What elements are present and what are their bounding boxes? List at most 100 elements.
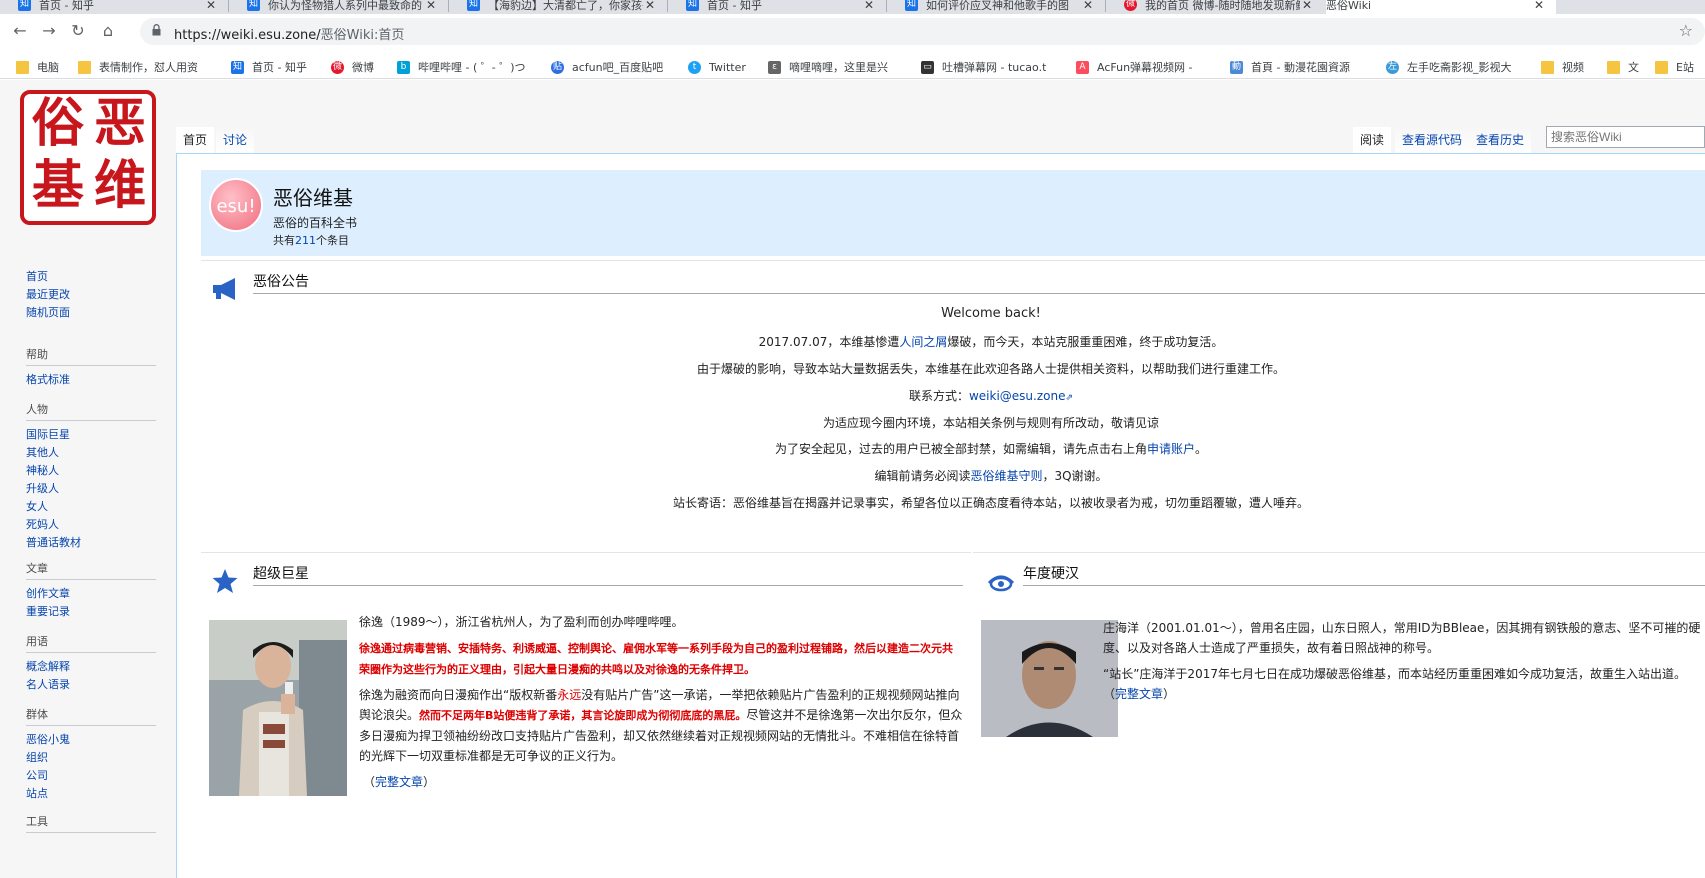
sidebar-item-home[interactable]: 首页 [26, 268, 156, 286]
bookmark-item[interactable]: 贴 acfun吧_百度贴吧 [551, 58, 673, 76]
sidebar-item[interactable]: 普通话教材 [26, 534, 156, 552]
bookmark-item[interactable]: ▭ 吐槽弹幕网 - tucao.t [921, 58, 1059, 76]
search-input[interactable] [1546, 126, 1705, 148]
tab-view-history[interactable]: 查看历史 [1469, 127, 1532, 153]
sidebar-item[interactable]: 重要记录 [26, 603, 156, 621]
close-icon[interactable]: ✕ [204, 0, 218, 12]
sidebar-item[interactable]: 创作文章 [26, 585, 156, 603]
browser-tab[interactable]: 知 如何评价应叉神和他歌手的图 ✕ [887, 0, 1105, 14]
browser-tab[interactable]: 知 你认为怪物猎人系列中最致命的 ✕ [229, 0, 448, 14]
text: （ [1103, 687, 1116, 701]
folder-icon [1655, 60, 1668, 74]
tab-view-source[interactable]: 查看源代码 [1395, 127, 1470, 153]
tab-main-page[interactable]: 首页 [176, 127, 215, 153]
bookmark-item[interactable]: 動首頁 - 動漫花園資源 [1230, 58, 1372, 76]
bookmark-item[interactable]: A AcFun弹幕视频网 - [1076, 58, 1216, 76]
sidebar-item[interactable]: 站点 [26, 785, 156, 803]
close-icon[interactable]: ✕ [643, 0, 657, 12]
bookmark-item[interactable]: ε 嘀哩嘀哩，这里是兴 [768, 58, 908, 76]
sidebar-item[interactable]: 格式标准 [26, 371, 156, 389]
full-article-link[interactable]: 完整文章 [375, 775, 423, 789]
sidebar-item[interactable]: 升级人 [26, 480, 156, 498]
tab-title: 如何评价应叉神和他歌手的图 [926, 0, 1069, 12]
wiki-logo[interactable]: 俗 恶 基 维 [20, 90, 156, 225]
yearly-intro: 庄海洋（2001.01.01～），曾用名庄园，山东日照人，常用ID为BBleae… [1103, 621, 1701, 655]
sidebar-item[interactable]: 公司 [26, 767, 156, 785]
browser-tab[interactable]: 知 首页 - 知乎 ✕ [668, 0, 886, 14]
bookmark-item[interactable]: b 哔哩哔哩 - ( ゜- ゜)つ [397, 58, 532, 76]
sidebar-item-recent-changes[interactable]: 最近更改 [26, 286, 156, 304]
zuoshou-icon: 左 [1386, 60, 1399, 74]
page-body: esu! 恶俗维基 恶俗的百科全书 共有211个条目 恶俗公告 Welcome … [176, 153, 1705, 878]
bookmark-label: 左手吃斋影视_影视大 [1407, 61, 1512, 74]
logo-char: 维 [93, 155, 146, 216]
page-subtitle: 恶俗的百科全书 [273, 216, 358, 230]
sidebar-item-random-page[interactable]: 随机页面 [26, 304, 156, 322]
text: ，3Q谢谢。 [1042, 469, 1108, 483]
tv-icon: ▭ [921, 60, 934, 74]
sidebar-item[interactable]: 组织 [26, 749, 156, 767]
sidebar-item[interactable]: 其他人 [26, 444, 156, 462]
close-icon[interactable]: ✕ [862, 0, 876, 12]
zhihu-favicon-icon: 知 [686, 0, 699, 11]
request-account-link[interactable]: 申请账户 [1147, 442, 1195, 456]
sidebar-item[interactable]: 国际巨星 [26, 426, 156, 444]
bookmark-label: 首頁 - 動漫花園資源 [1251, 61, 1350, 74]
bookmark-item[interactable]: 微微博 [331, 58, 385, 76]
notice-line: Welcome back! [941, 306, 1041, 321]
superstar-intro: 徐逸（1989～），浙江省杭州人，为了盈利而创办哔哩哔哩。 [359, 615, 684, 629]
sidebar-portal-groups: 群体 恶俗小鬼 组织 公司 站点 [26, 706, 156, 803]
link[interactable]: 人间之屑 [899, 335, 947, 349]
bookmark-item[interactable]: 视频 [1541, 58, 1591, 76]
bookmark-item[interactable]: 文 [1607, 58, 1643, 76]
bookmark-item[interactable]: t Twitter [688, 58, 758, 76]
back-arrow-icon[interactable]: ← [9, 20, 31, 42]
close-icon[interactable]: ✕ [1532, 0, 1546, 12]
bookmark-item[interactable]: E站 [1655, 58, 1703, 76]
bookmark-item[interactable]: 电脑 [16, 58, 68, 76]
bookmark-label: 视频 [1562, 61, 1584, 74]
acfun-icon: A [1076, 60, 1089, 74]
yearly-tough-guy-section: 年度硬汉 庄海洋（2001.01.01～），曾用名庄园，山东日照人，常用ID为B… [973, 552, 1705, 878]
sidebar-portal-help: 帮助 格式标准 [26, 346, 156, 389]
superstar-highlight: 徐逸通过病毒营销、安插特务、利诱威逼、控制舆论、雇佣水军等一系列手段为自己的盈利… [359, 638, 963, 680]
browser-tab[interactable]: 知 【海豹边】大清都亡了，你家孩子 ✕ [449, 0, 667, 14]
sidebar-nav: 首页 最近更改 随机页面 [26, 268, 156, 322]
bookmark-star-icon[interactable]: ☆ [1679, 21, 1693, 40]
sidebar-item[interactable]: 恶俗小鬼 [26, 731, 156, 749]
count-link[interactable]: 211 [295, 234, 316, 247]
bilibili-icon: b [397, 60, 410, 74]
address-bar[interactable]: https://weiki.esu.zone/恶俗Wiki:首页 ☆ [140, 18, 1705, 45]
zhihu-favicon-icon: 知 [905, 0, 918, 11]
sidebar-item[interactable]: 女人 [26, 498, 156, 516]
rules-link[interactable]: 恶俗维基守则 [970, 469, 1042, 483]
browser-tab[interactable]: 知 首页 - 知乎 ✕ [0, 0, 228, 14]
bookmark-label: 文 [1628, 61, 1639, 74]
portal-heading: 工具 [26, 813, 156, 833]
bookmark-item[interactable]: 知首页 - 知乎 [231, 58, 317, 76]
browser-tab-active[interactable]: W 恶俗Wiki ✕ [1326, 0, 1556, 14]
close-icon[interactable]: ✕ [1300, 0, 1314, 12]
email-link[interactable]: weiki@esu.zone [969, 389, 1066, 403]
close-icon[interactable]: ✕ [1081, 0, 1095, 12]
close-icon[interactable]: ✕ [424, 0, 438, 12]
tab-read[interactable]: 阅读 [1353, 127, 1392, 153]
sidebar-item[interactable]: 概念解释 [26, 658, 156, 676]
home-icon[interactable]: ⌂ [97, 20, 119, 42]
tab-discussion[interactable]: 讨论 [216, 127, 255, 153]
text: 为了安全起见，过去的用户已被全部封禁，如需编辑，请先点击右上角 [774, 442, 1147, 456]
wiki-page: 俗 恶 基 维 首页 最近更改 随机页面 帮助 格式标准 人物 国际巨星 其他人… [0, 80, 1705, 878]
forward-arrow-icon[interactable]: → [38, 20, 60, 42]
bookmark-label: 吐槽弹幕网 - tucao.t [942, 61, 1047, 74]
bookmark-item[interactable]: 表情制作，怼人用资 [78, 58, 216, 76]
sidebar-item[interactable]: 死妈人 [26, 516, 156, 534]
full-article-link[interactable]: 完整文章 [1115, 687, 1163, 701]
notice-line: 编辑前请务必阅读恶俗维基守则，3Q谢谢。 [201, 467, 1705, 484]
section-heading: 年度硬汉 [1023, 566, 1079, 582]
reload-icon[interactable]: ↻ [67, 20, 89, 42]
browser-tab[interactable]: 微 我的首页 微博-随时随地发现新鲜 ✕ [1106, 0, 1324, 14]
sidebar-item[interactable]: 名人语录 [26, 676, 156, 694]
sidebar-item[interactable]: 神秘人 [26, 462, 156, 480]
tab-title: 【海豹边】大清都亡了，你家孩子 [488, 0, 643, 12]
bookmark-item[interactable]: 左左手吃斋影视_影视大 [1386, 58, 1528, 76]
